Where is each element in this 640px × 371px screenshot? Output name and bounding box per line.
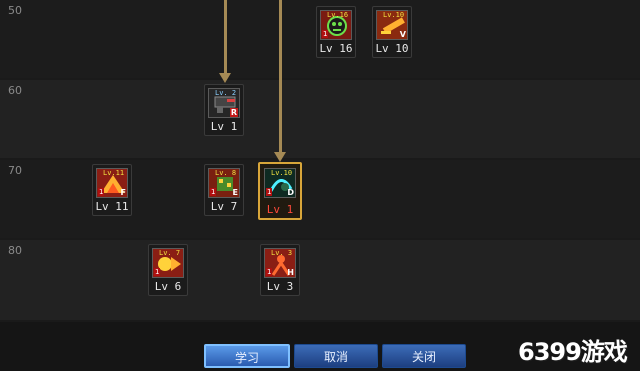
skill-icon: Lv.16 1 — [320, 10, 352, 40]
prereq-line — [224, 0, 227, 74]
skill-slot[interactable]: Lv. 7 1 Lv 6 — [148, 244, 188, 296]
watermark: 6399游戏 — [518, 338, 628, 366]
skill-level: Lv 16 — [319, 42, 353, 55]
level-label: 50 — [8, 4, 22, 17]
level-row-80: 80 — [0, 240, 640, 320]
skill-slot-selected[interactable]: Lv.10 1 D Lv 1 — [258, 162, 302, 220]
skill-icon: Lv.10 V — [376, 10, 408, 40]
level-row-60: 60 — [0, 80, 640, 158]
skill-slot[interactable]: Lv.10 V Lv 10 — [372, 6, 412, 58]
skill-level: Lv 3 — [266, 280, 294, 293]
skill-icon: Lv. 2 R — [208, 88, 240, 118]
skill-slot[interactable]: Lv. 2 R Lv 1 — [204, 84, 244, 136]
skill-level: Lv 7 — [210, 200, 238, 213]
skill-level: Lv 10 — [375, 42, 409, 55]
level-label: 70 — [8, 164, 22, 177]
prereq-arrow — [219, 73, 231, 83]
prereq-line — [279, 0, 282, 152]
skill-icon: Lv.11 1 F — [96, 168, 128, 198]
close-button[interactable]: 关闭 — [382, 344, 466, 368]
skill-level: Lv 6 — [154, 280, 182, 293]
skill-level: Lv 1 — [210, 120, 238, 133]
skill-slot[interactable]: Lv.11 1 F Lv 11 — [92, 164, 132, 216]
learn-button[interactable]: 学习 — [204, 344, 290, 368]
skill-slot[interactable]: Lv.16 1 Lv 16 — [316, 6, 356, 58]
skill-level: Lv 1 — [266, 203, 294, 216]
skill-icon: Lv. 3 1 H — [264, 248, 296, 278]
level-label: 60 — [8, 84, 22, 97]
skill-slot[interactable]: Lv. 3 1 H Lv 3 — [260, 244, 300, 296]
cancel-button[interactable]: 取消 — [294, 344, 378, 368]
skill-icon: Lv. 7 1 — [152, 248, 184, 278]
prereq-arrow — [274, 152, 286, 162]
skill-icon: Lv.10 1 D — [264, 168, 296, 198]
skill-slot[interactable]: Lv. 8 1 E Lv 7 — [204, 164, 244, 216]
skill-level: Lv 11 — [95, 200, 129, 213]
level-label: 80 — [8, 244, 22, 257]
skill-icon: Lv. 8 1 E — [208, 168, 240, 198]
